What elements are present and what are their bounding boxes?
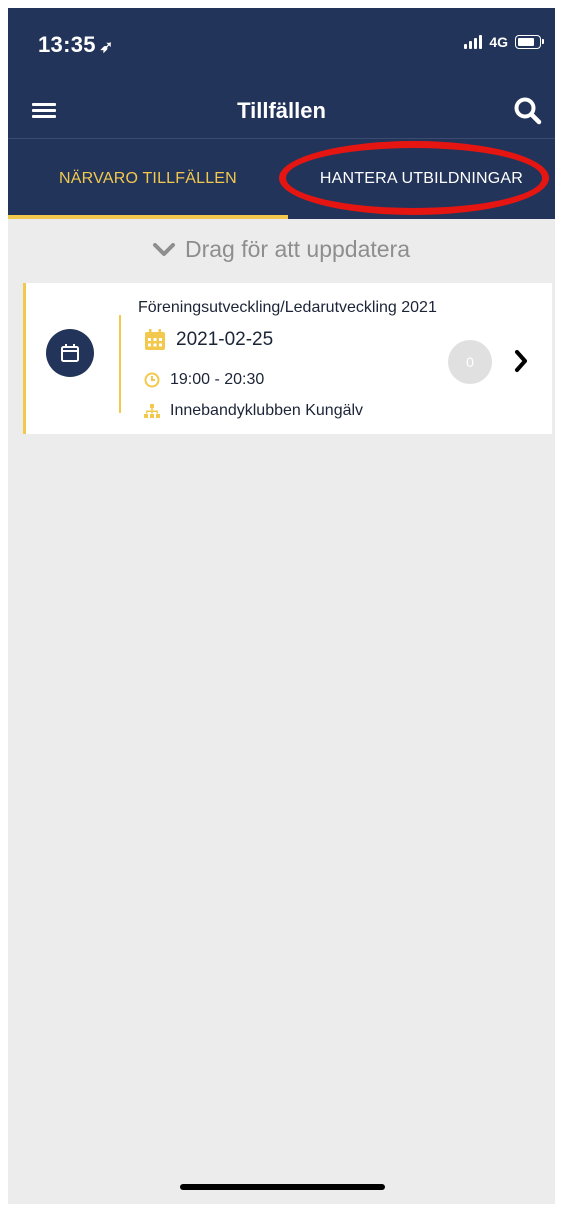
clock-text: 13:35 — [38, 32, 96, 57]
navigation-bar: Tillfällen — [8, 84, 555, 138]
attendance-count-badge: 0 — [448, 340, 492, 384]
home-indicator[interactable] — [180, 1184, 385, 1190]
calendar-icon — [61, 344, 79, 362]
app-screen: 13:35➶ 4G Tillfällen NÄRVARO TILLFÄLLEN — [8, 8, 555, 1204]
signal-icon — [464, 35, 483, 49]
session-time: 19:00 - 20:30 — [170, 371, 265, 388]
chevron-down-icon — [152, 242, 175, 256]
pull-to-refresh-label: Drag för att uppdatera — [184, 236, 411, 262]
status-bar: 13:35 ➶ 4G — [8, 8, 555, 84]
page-title: Tillfällen — [237, 98, 326, 123]
tab-bar: NÄRVARO TILLFÄLLEN HANTERA UTBILDNINGAR — [8, 139, 555, 219]
tab-hantera-utbildningar[interactable]: HANTERA UTBILDNINGAR — [288, 139, 555, 219]
session-date: 2021-02-25 — [176, 329, 274, 350]
location-arrow-icon: ➶ — [99, 39, 114, 56]
session-card[interactable]: Föreningsutveckling/Ledarutveckling 2021… — [23, 283, 552, 434]
card-accent-line — [119, 315, 121, 413]
sitemap-icon — [144, 404, 160, 418]
session-date-row: 2021-02-25 — [144, 329, 273, 351]
tab-label: NÄRVARO TILLFÄLLEN — [59, 170, 237, 187]
session-organization-row: Innebandyklubben Kungälv — [144, 402, 363, 420]
active-tab-indicator — [8, 215, 288, 219]
session-time-row: 19:00 - 20:30 — [144, 371, 264, 389]
session-title: Föreningsutveckling/Ledarutveckling 2021 — [138, 299, 437, 316]
session-organization: Innebandyklubben Kungälv — [170, 402, 364, 419]
calendar-grid-icon — [145, 329, 165, 350]
search-icon[interactable] — [513, 96, 543, 126]
status-time: 13:35 ➶ — [38, 32, 114, 58]
session-avatar — [46, 329, 94, 377]
battery-icon — [515, 35, 544, 49]
clock-icon — [144, 372, 160, 388]
chevron-right-icon[interactable] — [514, 349, 528, 373]
tab-narvaro-tillfallen[interactable]: NÄRVARO TILLFÄLLEN — [8, 139, 288, 219]
pull-to-refresh-hint: Drag för att uppdatera — [8, 236, 555, 263]
tab-label: HANTERA UTBILDNINGAR — [319, 170, 524, 187]
network-label: 4G — [489, 34, 508, 50]
status-indicators: 4G — [464, 34, 544, 50]
